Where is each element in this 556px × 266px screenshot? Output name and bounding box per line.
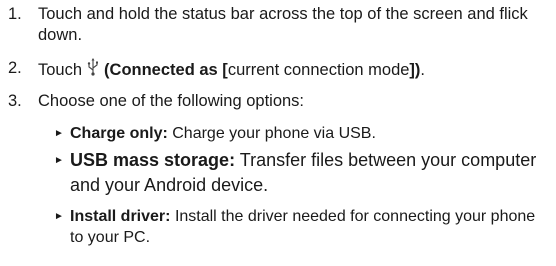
option-text: Install driver: Install the driver neede… <box>70 206 550 248</box>
instructions-document: 1. Touch and hold the status bar across … <box>0 0 556 266</box>
option-text: Charge only: Charge your phone via USB. <box>70 123 550 144</box>
step-number: 1. <box>8 5 22 23</box>
step-number: 2. <box>8 59 22 77</box>
connection-mode-placeholder: current connection mode <box>227 61 410 79</box>
option-label: Charge only: <box>70 125 168 142</box>
step-prefix: Touch <box>38 61 83 79</box>
option-label: USB mass storage: <box>70 150 236 170</box>
usb-icon <box>87 58 99 76</box>
connected-as-label: Connected as [ <box>109 61 228 79</box>
option-label: Install driver: <box>70 208 171 225</box>
step-period: . <box>420 61 426 79</box>
option-text: USB mass storage: Transfer files between… <box>70 148 550 198</box>
bullet-arrow-icon: ► <box>54 128 64 139</box>
step-text: Touch and hold the status bar across the… <box>38 5 528 44</box>
step-text: Touch (Connected as [current connection … <box>38 58 548 81</box>
bullet-arrow-icon: ► <box>54 211 64 222</box>
step-number: 3. <box>8 92 22 110</box>
bullet-arrow-icon: ► <box>54 155 64 166</box>
connected-as-close: ]) <box>409 61 421 79</box>
option-desc: Charge your phone via USB. <box>172 125 376 142</box>
step-text: Choose one of the following options: <box>38 92 305 110</box>
